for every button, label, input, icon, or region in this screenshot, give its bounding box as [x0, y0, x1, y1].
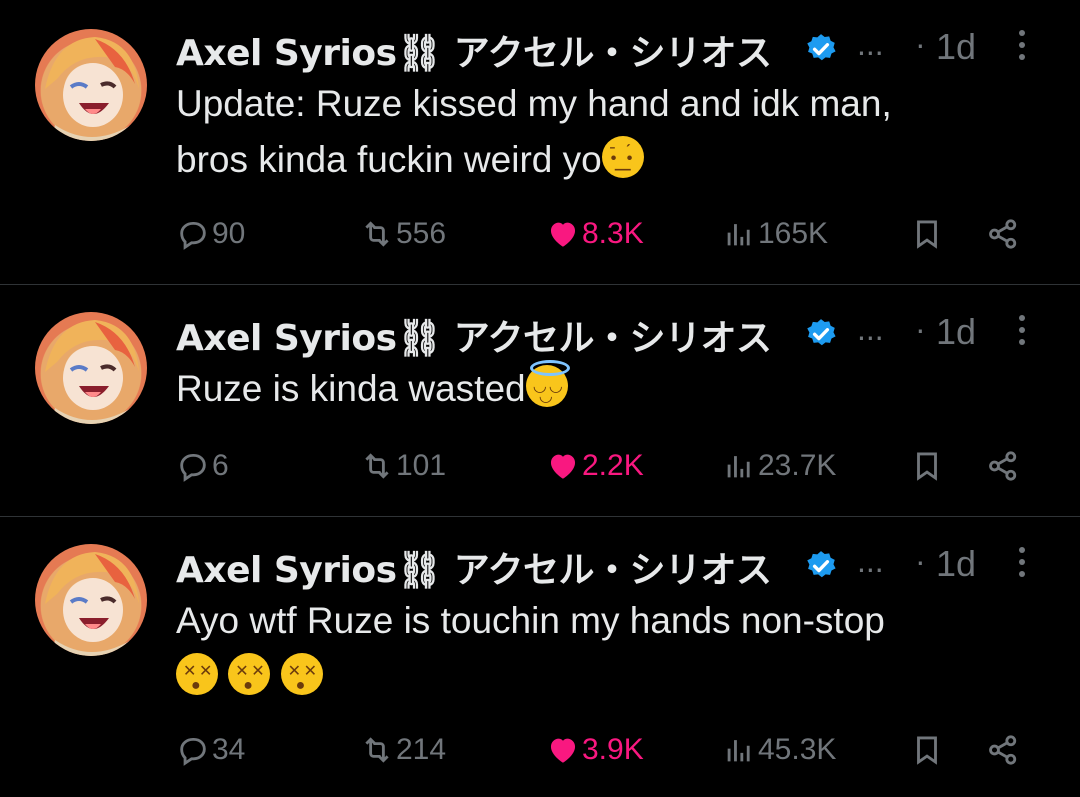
reply-button[interactable]: 34 — [176, 725, 245, 775]
like-count: 8.3K — [582, 217, 644, 250]
views-chart-icon — [727, 740, 750, 762]
author-name[interactable]: Axel Syrios⛓ アクセル・シリオス — [176, 541, 772, 593]
tweet-text: Ayo wtf Ruze is touchin my hands non-sto… — [176, 593, 1036, 705]
separator-dot: · — [915, 311, 926, 347]
bookmark-icon — [917, 736, 937, 765]
tweet-header: Axel Syrios⛓ アクセル・シリオス ... · 1d — [176, 309, 1080, 359]
more-options-icon[interactable] — [1016, 315, 1028, 351]
tweet-text-line: Ayo wtf Ruze is touchin my hands non-sto… — [176, 600, 885, 641]
avatar-illustration — [45, 320, 139, 424]
handle-ellipsis: ... — [857, 311, 884, 347]
views-button[interactable]: 165K — [722, 209, 828, 259]
repost-button[interactable]: 101 — [360, 441, 446, 491]
dizzy-face-emoji: ✕ ✕ ● — [176, 653, 218, 695]
tweet[interactable]: Axel Syrios⛓ アクセル・シリオス ... · 1d Update: … — [0, 0, 1080, 285]
tweet-text: Ruze is kinda wasted ◡ ◡ ◡ — [176, 360, 1036, 417]
share-button[interactable] — [986, 209, 1020, 259]
repost-button[interactable]: 556 — [360, 209, 446, 259]
like-count: 3.9K — [582, 733, 644, 766]
tweet-text-line: Update: Ruze kissed my hand and idk man, — [176, 83, 892, 124]
views-chart-icon — [727, 224, 750, 246]
tweet-header: Axel Syrios⛓ アクセル・シリオス ... · 1d — [176, 24, 1080, 74]
repost-icon — [365, 737, 389, 763]
timestamp[interactable]: 1d — [936, 311, 976, 353]
tweet-actions: 90 556 8.3K 165K — [176, 209, 1080, 259]
repost-icon — [365, 453, 389, 479]
tweet[interactable]: Axel Syrios⛓ アクセル・シリオス ... · 1d Ayo wtf … — [0, 517, 1080, 797]
tweet-header: Axel Syrios⛓ アクセル・シリオス ... · 1d — [176, 541, 1080, 591]
smiling-face-with-halo-emoji: ◡ ◡ ◡ — [525, 360, 570, 407]
share-icon — [989, 735, 1017, 765]
tweet-text-line: Ruze is kinda wasted — [176, 368, 526, 409]
timestamp[interactable]: 1d — [936, 543, 976, 585]
view-count: 165K — [758, 217, 829, 250]
reply-icon — [180, 453, 206, 482]
like-button[interactable]: 8.3K — [546, 209, 644, 259]
like-count: 2.2K — [582, 449, 644, 482]
tweet-text-line: bros kinda fuckin weird yo — [176, 139, 602, 180]
reply-count: 6 — [212, 449, 229, 482]
repost-button[interactable]: 214 — [360, 725, 446, 775]
author-name[interactable]: Axel Syrios⛓ アクセル・シリオス — [176, 24, 772, 76]
bookmark-icon — [917, 220, 937, 249]
avatar-illustration — [45, 37, 139, 141]
heart-filled-icon — [550, 738, 576, 763]
verified-badge-icon — [807, 319, 836, 346]
separator-dot: · — [915, 543, 926, 579]
tweet-actions: 6 101 2.2K 23.7K — [176, 441, 1080, 491]
repost-icon — [365, 221, 389, 247]
views-button[interactable]: 23.7K — [722, 441, 836, 491]
tweet[interactable]: Axel Syrios⛓ アクセル・シリオス ... · 1d Ruze is … — [0, 285, 1080, 517]
reply-count: 34 — [212, 733, 246, 766]
more-options-icon[interactable] — [1016, 30, 1028, 66]
repost-count: 214 — [396, 733, 447, 766]
bookmark-button[interactable] — [910, 209, 944, 259]
reply-button[interactable]: 6 — [176, 441, 229, 491]
heart-filled-icon — [550, 222, 576, 247]
raised-eyebrow-emoji: ˉ ˊ • • — — [601, 136, 644, 178]
reply-icon — [180, 737, 206, 766]
repost-count: 101 — [396, 449, 447, 482]
views-button[interactable]: 45.3K — [722, 725, 836, 775]
separator-dot: · — [915, 26, 926, 62]
verified-badge-icon — [807, 34, 836, 61]
heart-filled-icon — [550, 454, 576, 479]
reply-count: 90 — [212, 217, 246, 250]
handle-ellipsis: ... — [857, 543, 884, 579]
repost-count: 556 — [396, 217, 447, 250]
like-button[interactable]: 2.2K — [546, 441, 644, 491]
views-chart-icon — [727, 456, 750, 478]
share-icon — [989, 451, 1017, 481]
tweet-feed: Axel Syrios⛓ アクセル・シリオス ... · 1d Update: … — [0, 0, 1080, 797]
like-button[interactable]: 3.9K — [546, 725, 644, 775]
view-count: 45.3K — [758, 733, 837, 766]
avatar[interactable] — [35, 312, 147, 424]
bookmark-button[interactable] — [910, 725, 944, 775]
bookmark-button[interactable] — [910, 441, 944, 491]
avatar[interactable] — [35, 544, 147, 656]
timestamp[interactable]: 1d — [936, 26, 976, 68]
view-count: 23.7K — [758, 449, 837, 482]
tweet-actions: 34 214 3.9K 45.3K — [176, 725, 1080, 775]
avatar[interactable] — [35, 29, 147, 141]
dizzy-face-emoji: ✕ ✕ ● — [280, 653, 323, 695]
reply-icon — [180, 221, 206, 250]
share-button[interactable] — [986, 441, 1020, 491]
handle-ellipsis: ... — [857, 26, 884, 62]
share-icon — [989, 219, 1017, 249]
author-name[interactable]: Axel Syrios⛓ アクセル・シリオス — [176, 309, 772, 361]
dizzy-face-emoji: ✕ ✕ ● — [228, 653, 271, 695]
more-options-icon[interactable] — [1016, 547, 1028, 583]
reply-button[interactable]: 90 — [176, 209, 245, 259]
avatar-illustration — [45, 552, 139, 656]
share-button[interactable] — [986, 725, 1020, 775]
tweet-text: Update: Ruze kissed my hand and idk man,… — [176, 76, 1036, 188]
bookmark-icon — [917, 452, 937, 481]
verified-badge-icon — [807, 551, 836, 578]
